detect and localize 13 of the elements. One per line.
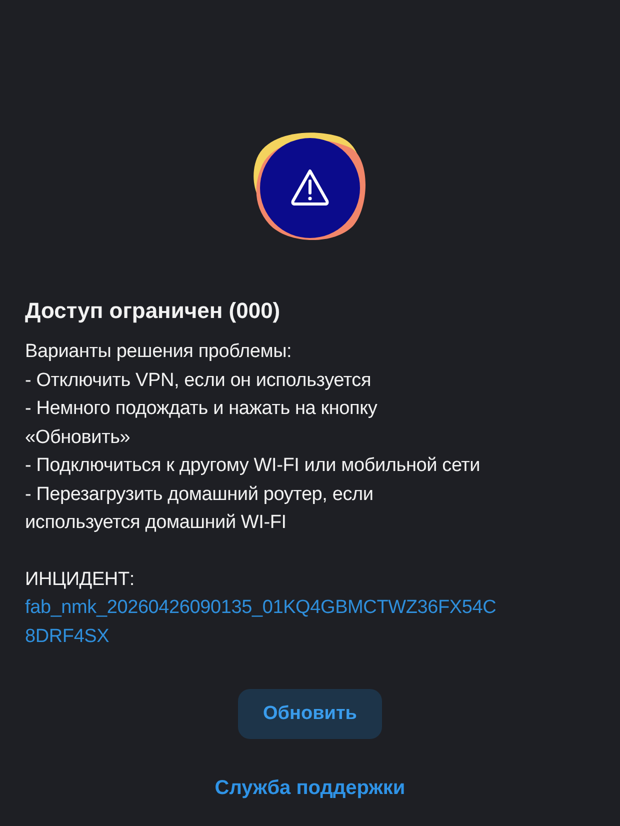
solution-text: - Перезагрузить домашний роутер, если	[25, 482, 374, 506]
error-title: Доступ ограничен (000)	[25, 297, 282, 325]
incident-id: 8DRF4SX	[25, 624, 110, 648]
solution-text: Варианты решения проблемы:	[25, 340, 293, 364]
solution-text: - Подключиться к другому WI-FI или мобильной сети	[25, 454, 482, 478]
solution-text: - Немного подождать и нажать на кнопку	[25, 397, 378, 421]
incident-id: fab_nmk_20260426090135_01KQ4GBMCTWZ36FX54C	[25, 596, 498, 620]
solution-text: используется домашний WI-FI	[25, 511, 288, 535]
solution-text: «Обновить»	[25, 426, 132, 450]
incident-label: ИНЦИДЕНТ:	[25, 568, 136, 592]
refresh-button[interactable]: Обновить	[238, 689, 382, 739]
solution-text: - Отключить VPN, если он используется	[25, 368, 372, 392]
support-link[interactable]: Служба поддержки	[214, 777, 406, 800]
